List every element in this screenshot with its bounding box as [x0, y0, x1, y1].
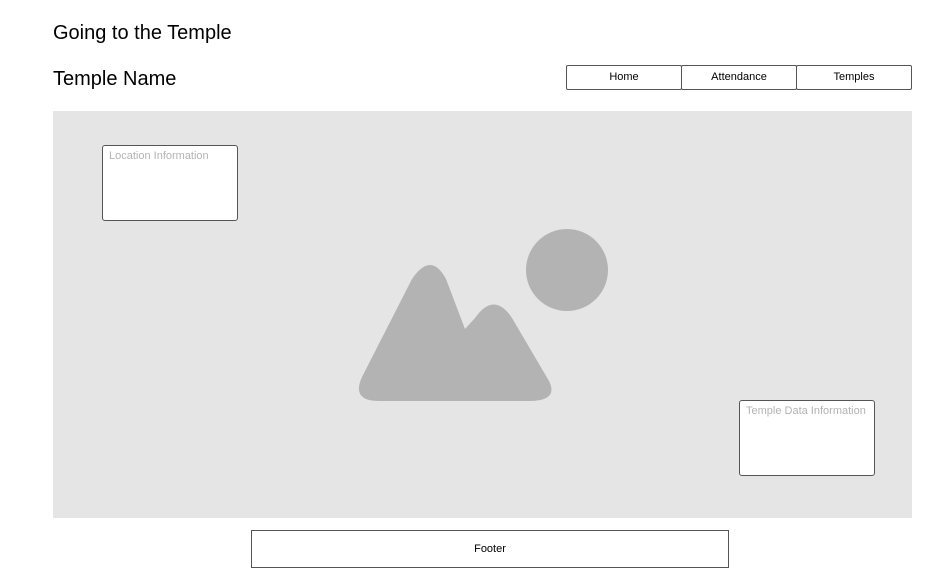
main-nav: Home Attendance Temples: [566, 65, 912, 90]
nav-home-button[interactable]: Home: [566, 65, 682, 90]
nav-attendance-button[interactable]: Attendance: [681, 65, 797, 90]
sun-icon: [526, 229, 608, 311]
nav-temples-button[interactable]: Temples: [796, 65, 912, 90]
page-heading: Temple Name: [53, 68, 177, 90]
location-information-box: Location Information: [102, 145, 238, 221]
footer: Footer: [251, 530, 729, 568]
temple-data-information-box: Temple Data Information: [739, 400, 875, 476]
hero-image-placeholder: Location Information Temple Data Informa…: [53, 111, 912, 518]
mountain-icon: [358, 265, 552, 401]
site-title: Going to the Temple: [53, 22, 232, 44]
